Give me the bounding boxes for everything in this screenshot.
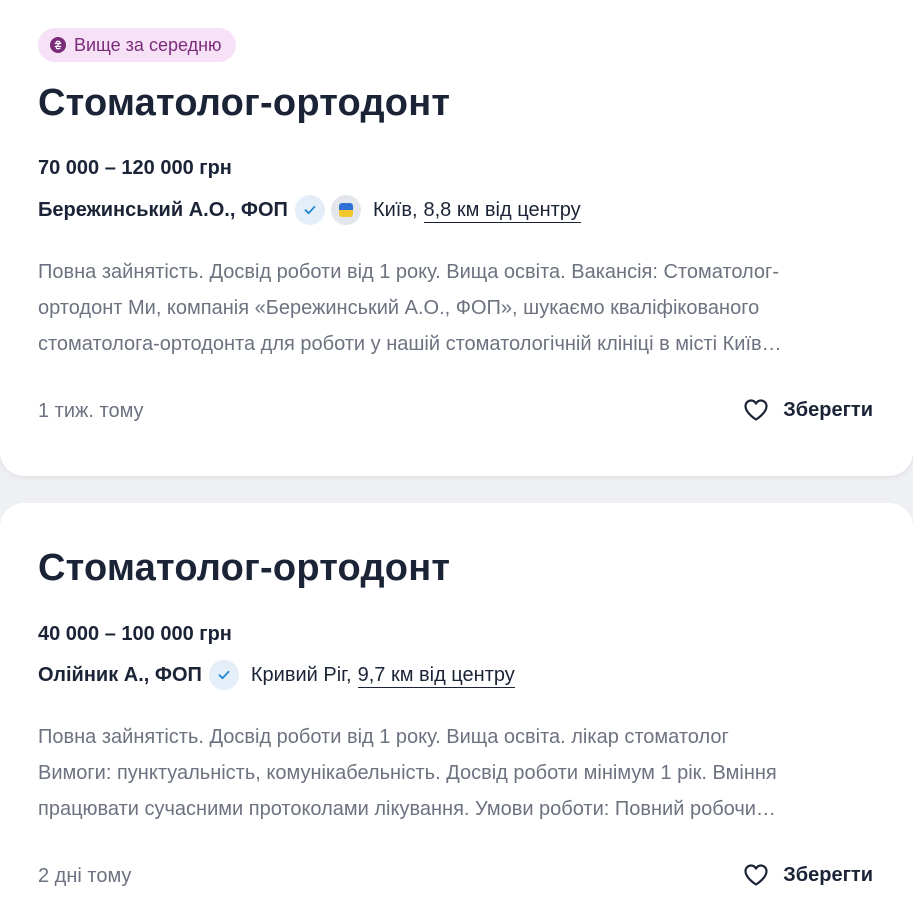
city: Київ,: [372, 198, 418, 221]
salary-range: 40 000 – 100 000 грн: [38, 623, 232, 645]
salary-badge: Вище за середню: [38, 28, 236, 62]
save-button[interactable]: Зберегти: [743, 398, 873, 422]
save-label: Зберегти: [783, 398, 873, 421]
save-button[interactable]: Зберегти: [743, 863, 873, 887]
description-line: Повна зайнятість. Досвід роботи від 1 ро…: [38, 726, 729, 748]
verified-check-icon: [294, 195, 325, 225]
posted-date: 2 дні тому: [38, 865, 132, 887]
vacancy-title[interactable]: Стоматолог-ортодонт: [38, 82, 450, 125]
description-line: стоматолога-ортодонта для роботи у нашій…: [38, 333, 782, 355]
company-location: Олійник А., ФОП Кривий Ріг, 9,7 км від ц…: [38, 660, 515, 690]
verified-check-icon: [208, 660, 239, 690]
badge-label: Вище за середню: [74, 34, 222, 55]
description-line: ортодонт Ми, компанія «Бережинський А.О.…: [38, 297, 760, 319]
vacancy-title[interactable]: Стоматолог-ортодонт: [38, 547, 450, 590]
heart-icon: [744, 864, 768, 886]
company-name[interactable]: Бережинський А.О., ФОП: [38, 199, 288, 222]
ukraine-flag-icon: [330, 195, 361, 225]
description-line: працювати сучасними протоколами лікуванн…: [38, 798, 776, 820]
save-label: Зберегти: [783, 863, 873, 886]
salary-range: 70 000 – 120 000 грн: [38, 157, 232, 179]
description-line: Повна зайнятість. Досвід роботи від 1 ро…: [38, 261, 779, 283]
vacancy-description: Повна зайнятість. Досвід роботи від 1 ро…: [38, 254, 878, 362]
posted-date: 1 тиж. тому: [38, 400, 144, 422]
description-line: Вимоги: пунктуальність, комунікабельніст…: [38, 762, 777, 784]
company-location: Бережинський А.О., ФОП Київ, 8,8 км від …: [38, 195, 581, 225]
city: Кривий Ріг,: [250, 663, 352, 686]
vacancy-description: Повна зайнятість. Досвід роботи від 1 ро…: [38, 719, 878, 827]
vacancy-card[interactable]: Вище за середню Стоматолог-ортодонт 70 0…: [0, 0, 913, 476]
heart-icon: [744, 399, 768, 421]
hryvnia-coin-icon: [50, 37, 66, 53]
distance-link[interactable]: 8,8 км від центру: [423, 198, 581, 223]
company-name[interactable]: Олійник А., ФОП: [38, 664, 202, 687]
vacancy-feed: Вище за середню Стоматолог-ортодонт 70 0…: [0, 0, 913, 923]
distance-link[interactable]: 9,7 км від центру: [357, 663, 515, 688]
vacancy-card[interactable]: Стоматолог-ортодонт 40 000 – 100 000 грн…: [0, 503, 913, 923]
